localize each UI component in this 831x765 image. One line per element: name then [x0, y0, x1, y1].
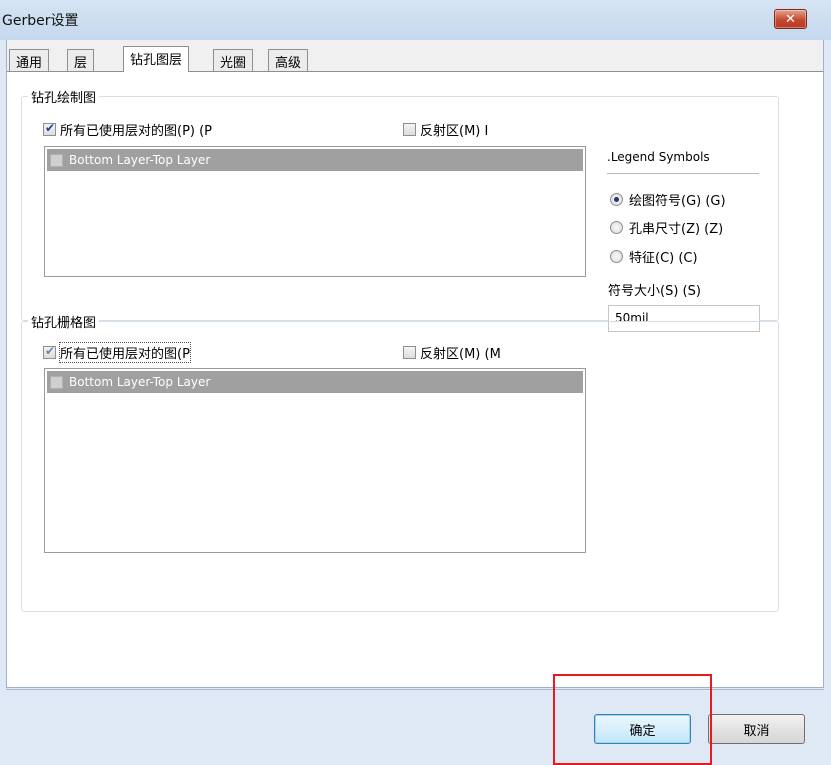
- cancel-button[interactable]: 取消: [708, 714, 805, 744]
- tab-label: 高级: [275, 56, 302, 71]
- symbol-size-label: 符号大小(S) (S): [608, 284, 701, 299]
- group-label: 钻孔绘制图: [28, 87, 100, 106]
- list-item-label: Bottom Layer-Top Layer: [69, 153, 211, 167]
- legend-option-graphic-symbols[interactable]: 绘图符号(G) (G): [610, 190, 726, 209]
- radio-label: 特征(C) (C): [629, 251, 698, 266]
- radio-label: 孔串尺寸(Z) (Z): [629, 222, 724, 237]
- tab-general[interactable]: 通用: [9, 49, 50, 71]
- dialog-client-area: 通用 层 钻孔图层 光圈 高级 钻孔绘制图 所有已使用层对的图(P) (P 反射…: [6, 40, 824, 688]
- radio-dot: [610, 221, 623, 234]
- close-icon: ✕: [785, 11, 796, 27]
- checkbox-box: [43, 344, 56, 359]
- checkbox-box: [403, 346, 416, 359]
- legend-option-characters[interactable]: 特征(C) (C): [610, 247, 698, 266]
- annotation-highlight-box: [553, 674, 712, 765]
- radio-label: 绘图符号(G) (G): [629, 194, 726, 209]
- tab-label: 通用: [16, 56, 43, 71]
- tab-label: 钻孔图层: [130, 53, 183, 68]
- drill-drawing-mirror-checkbox[interactable]: 反射区(M) I: [403, 120, 488, 139]
- list-item-checkbox[interactable]: [50, 153, 63, 167]
- checkbox-box: [43, 121, 56, 136]
- group-label: 钻孔栅格图: [28, 312, 100, 331]
- tab-layers[interactable]: 层: [67, 49, 95, 71]
- checkbox-label: 反射区(M) (M: [420, 347, 501, 362]
- radio-dot: [610, 193, 623, 206]
- checkbox-label: 所有已使用层对的图(P: [59, 342, 191, 363]
- checkbox-label: 反射区(M) I: [420, 124, 489, 139]
- drill-guide-layer-list[interactable]: Bottom Layer-Top Layer: [44, 368, 586, 553]
- tab-label: 层: [74, 56, 88, 71]
- close-button[interactable]: ✕: [774, 9, 807, 29]
- legend-option-hole-size-string[interactable]: 孔串尺寸(Z) (Z): [610, 218, 723, 237]
- drill-guide-mirror-checkbox[interactable]: 反射区(M) (M: [403, 343, 501, 362]
- drill-guide-all-layers-checkbox[interactable]: 所有已使用层对的图(P: [43, 342, 191, 363]
- tab-drill-drawing[interactable]: 钻孔图层: [123, 46, 190, 72]
- tab-apertures[interactable]: 光圈: [213, 49, 254, 71]
- drill-drawing-all-layers-checkbox[interactable]: 所有已使用层对的图(P) (P: [43, 120, 212, 139]
- window-title: Gerber设置: [2, 13, 79, 29]
- radio-dot: [610, 250, 623, 263]
- checkbox-box: [403, 123, 416, 136]
- title-bar: Gerber设置 ✕: [0, 0, 831, 40]
- drill-drawing-layer-list[interactable]: Bottom Layer-Top Layer: [44, 146, 586, 277]
- list-item[interactable]: Bottom Layer-Top Layer: [47, 371, 583, 393]
- list-item[interactable]: Bottom Layer-Top Layer: [47, 149, 583, 171]
- tab-panel-drill-drawing: 钻孔绘制图 所有已使用层对的图(P) (P 反射区(M) I Bottom La…: [7, 72, 823, 687]
- checkbox-label: 所有已使用层对的图(P) (P: [60, 124, 213, 139]
- list-item-checkbox[interactable]: [50, 375, 63, 389]
- tab-label: 光圈: [220, 56, 247, 71]
- list-item-label: Bottom Layer-Top Layer: [69, 375, 211, 389]
- tab-advanced[interactable]: 高级: [268, 49, 309, 71]
- cancel-button-label: 取消: [743, 723, 770, 739]
- legend-symbols-title: .Legend Symbols: [607, 150, 759, 174]
